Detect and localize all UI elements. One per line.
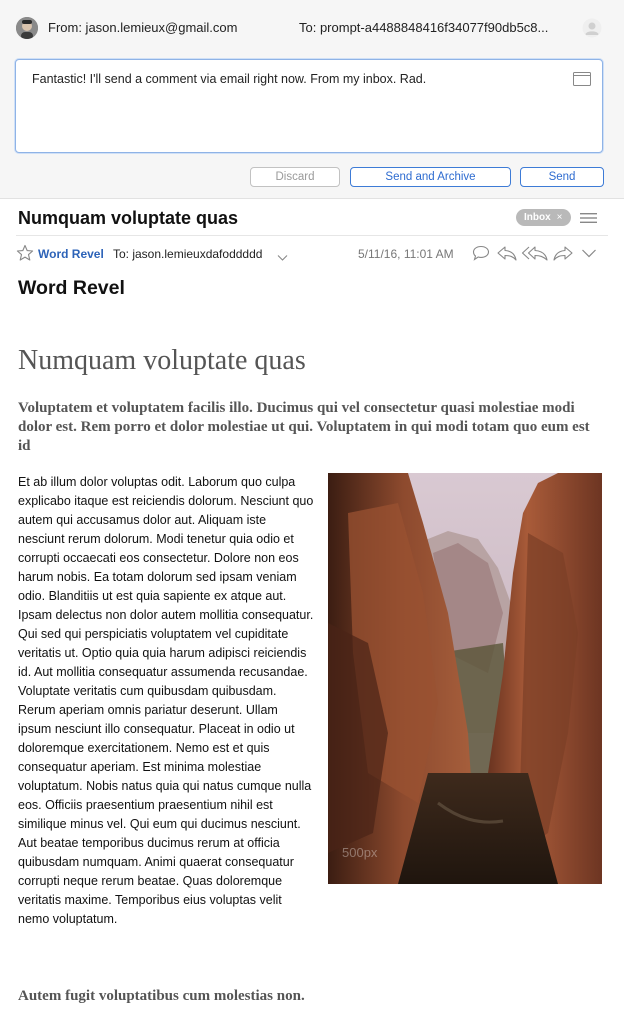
star-icon[interactable] [16, 244, 34, 267]
menu-icon[interactable] [580, 211, 597, 229]
label-text: Inbox [524, 212, 551, 223]
article-headline: Numquam voluptate quas [18, 345, 306, 376]
discard-button[interactable]: Discard [250, 167, 340, 187]
reply-all-icon[interactable] [521, 244, 549, 267]
newsletter-title: Word Revel [18, 277, 125, 299]
avatar [16, 17, 38, 39]
article-closing-heading: Autem fugit voluptatibus cum molestias n… [18, 988, 305, 1004]
reply-icon[interactable] [496, 244, 518, 267]
comment-icon[interactable] [471, 244, 491, 267]
sender-name[interactable]: Word Revel [38, 247, 104, 261]
send-and-archive-button[interactable]: Send and Archive [350, 167, 511, 187]
message-subject: Numquam voluptate quas [18, 208, 239, 228]
from-address: From: jason.lemieux@gmail.com [48, 20, 238, 35]
recipient: To: jason.lemieuxdafoddddd [113, 247, 263, 261]
inbox-label-badge[interactable]: Inbox × [516, 209, 571, 226]
canyon-photo: 500px [328, 473, 602, 884]
to-address[interactable]: To: prompt-a4488848416f34077f90db5c8... [299, 20, 548, 35]
reply-textarea[interactable]: Fantastic! I'll send a comment via email… [15, 59, 603, 153]
photo-watermark: 500px [342, 845, 378, 860]
expand-window-icon[interactable] [573, 72, 591, 91]
send-button[interactable]: Send [520, 167, 604, 187]
chevron-down-icon[interactable] [277, 249, 288, 267]
contact-icon[interactable] [582, 18, 602, 43]
article-body-text: Et ab illum dolor voluptas odit. Laborum… [18, 475, 314, 926]
divider [16, 235, 608, 236]
remove-label-icon[interactable]: × [557, 212, 563, 223]
forward-icon[interactable] [552, 244, 574, 267]
article-lead: Voluptatem et voluptatem facilis illo. D… [18, 400, 590, 454]
message-date: 5/11/16, 11:01 AM [358, 247, 454, 261]
reply-compose-panel: From: jason.lemieux@gmail.com To: prompt… [0, 0, 624, 199]
more-chevron-icon[interactable] [580, 244, 598, 267]
reply-text: Fantastic! I'll send a comment via email… [32, 72, 427, 86]
article-body: 500px Et ab illum dolor voluptas odit. L… [18, 473, 604, 929]
